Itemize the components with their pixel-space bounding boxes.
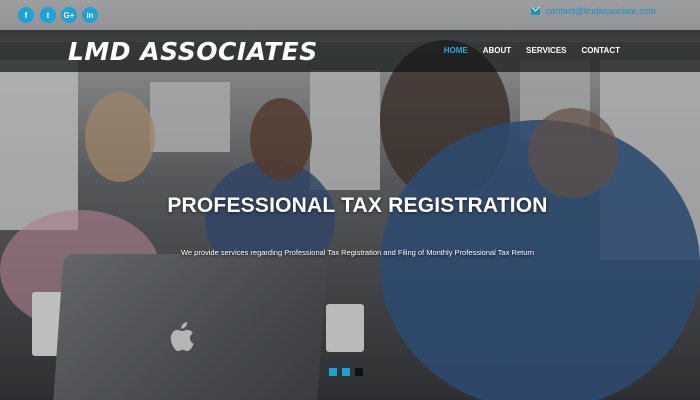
google-plus-icon[interactable]: G+ [61, 7, 77, 23]
slider-dot-2[interactable] [342, 368, 350, 376]
facebook-icon[interactable]: f [18, 7, 34, 23]
slider-dot-3[interactable] [355, 368, 363, 376]
navbar: LMD ASSOCIATES HOME ABOUT SERVICES CONTA… [0, 30, 700, 72]
top-bar: f t G+ in contact@lmdassociate.com [0, 0, 700, 30]
contact-email[interactable]: contact@lmdassociate.com [546, 6, 656, 16]
main-nav: HOME ABOUT SERVICES CONTACT [444, 46, 620, 55]
nav-contact[interactable]: CONTACT [581, 46, 620, 55]
nav-services[interactable]: SERVICES [526, 46, 566, 55]
hero-subline: We provide services regarding Profession… [180, 248, 535, 257]
nav-about[interactable]: ABOUT [483, 46, 511, 55]
nav-home[interactable]: HOME [444, 46, 468, 55]
slider-dots [329, 368, 363, 376]
envelope-icon [530, 7, 540, 15]
linkedin-icon[interactable]: in [82, 7, 98, 23]
twitter-icon[interactable]: t [40, 7, 56, 23]
contact-email-link[interactable]: contact@lmdassociate.com [530, 6, 656, 16]
hero-headline: PROFESSIONAL TAX REGISTRATION [167, 194, 548, 217]
site-logo[interactable]: LMD ASSOCIATES [68, 37, 318, 66]
slider-dot-1[interactable] [329, 368, 337, 376]
